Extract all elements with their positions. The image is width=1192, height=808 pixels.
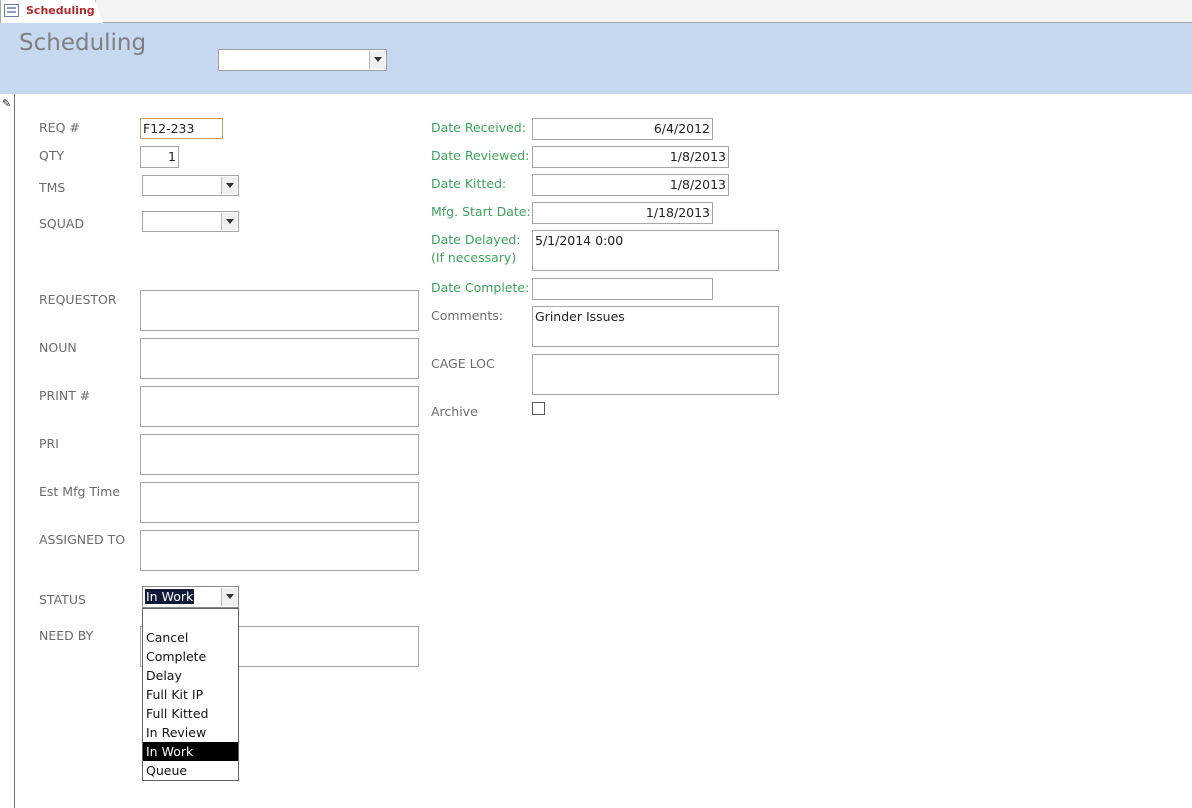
assigned-to-label: ASSIGNED TO	[39, 532, 126, 547]
requestor-label: REQUESTOR	[39, 292, 117, 307]
req-field[interactable]: F12-233	[140, 118, 223, 139]
record-selector[interactable]: ✎	[0, 94, 15, 808]
chevron-down-icon[interactable]	[369, 51, 385, 69]
form-header: Scheduling	[0, 23, 1192, 94]
tms-label: TMS	[39, 180, 66, 195]
comments-field[interactable]: Grinder Issues	[532, 306, 779, 347]
date-reviewed-field[interactable]: 1/8/2013	[532, 146, 729, 168]
date-delayed-field[interactable]: 5/1/2014 0:00	[532, 230, 779, 271]
cage-loc-label: CAGE LOC	[431, 356, 495, 371]
status-option-complete[interactable]: Complete	[143, 647, 238, 666]
comments-label: Comments:	[431, 308, 503, 323]
tab-scheduling[interactable]: Scheduling	[0, 0, 103, 23]
status-dropdown-list[interactable]: Cancel Complete Delay Full Kit IP Full K…	[142, 608, 239, 781]
cage-loc-field[interactable]	[532, 354, 779, 395]
chevron-down-icon[interactable]	[221, 177, 237, 194]
pencil-edit-icon: ✎	[2, 97, 12, 110]
status-option-delay[interactable]: Delay	[143, 666, 238, 685]
assigned-to-field[interactable]	[140, 530, 419, 571]
pri-field[interactable]	[140, 434, 419, 475]
date-kitted-field[interactable]: 1/8/2013	[532, 174, 729, 196]
record-search-combo[interactable]	[218, 49, 387, 71]
est-mfg-time-field[interactable]	[140, 482, 419, 523]
status-option-full-kitted[interactable]: Full Kitted	[143, 704, 238, 723]
date-received-field[interactable]: 6/4/2012	[532, 118, 713, 140]
status-label: STATUS	[39, 592, 86, 607]
status-option-full-kit-ip[interactable]: Full Kit IP	[143, 685, 238, 704]
date-received-label: Date Received:	[431, 120, 526, 135]
requestor-field[interactable]	[140, 290, 419, 331]
mfg-start-date-label: Mfg. Start Date:	[431, 204, 531, 219]
date-reviewed-label: Date Reviewed:	[431, 148, 530, 163]
document-tab-strip: Scheduling	[0, 0, 1192, 23]
date-complete-label: Date Complete:	[431, 280, 530, 295]
noun-label: NOUN	[39, 340, 77, 355]
date-delayed-label: Date Delayed:	[431, 232, 521, 247]
chevron-down-icon[interactable]	[221, 213, 237, 230]
archive-checkbox[interactable]	[532, 402, 545, 415]
status-option-cancel[interactable]: Cancel	[143, 628, 238, 647]
squad-combo[interactable]	[142, 211, 239, 232]
qty-label: QTY	[39, 148, 65, 163]
status-combo[interactable]: In Work	[142, 586, 239, 608]
qty-field[interactable]: 1	[140, 146, 179, 168]
noun-field[interactable]	[140, 338, 419, 379]
est-mfg-time-label: Est Mfg Time	[39, 484, 120, 499]
form-icon	[4, 4, 19, 17]
req-label: REQ #	[39, 120, 80, 135]
status-selected-value: In Work	[145, 589, 195, 604]
chevron-down-icon[interactable]	[221, 588, 237, 606]
mfg-start-date-field[interactable]: 1/18/2013	[532, 202, 713, 224]
status-option-in-work[interactable]: In Work	[143, 742, 238, 761]
date-kitted-label: Date Kitted:	[431, 176, 507, 191]
print-label: PRINT #	[39, 388, 91, 403]
archive-label: Archive	[431, 404, 478, 419]
date-delayed-note: (If necessary)	[431, 250, 517, 265]
squad-label: SQUAD	[39, 216, 85, 231]
tab-label: Scheduling	[26, 4, 95, 17]
page-title: Scheduling	[19, 30, 147, 56]
print-field[interactable]	[140, 386, 419, 427]
status-option-in-review[interactable]: In Review	[143, 723, 238, 742]
tms-combo[interactable]	[142, 175, 239, 196]
pri-label: PRI	[39, 436, 59, 451]
need-by-label: NEED BY	[39, 628, 94, 643]
status-option-queue[interactable]: Queue	[143, 761, 238, 780]
date-complete-field[interactable]	[532, 278, 713, 300]
